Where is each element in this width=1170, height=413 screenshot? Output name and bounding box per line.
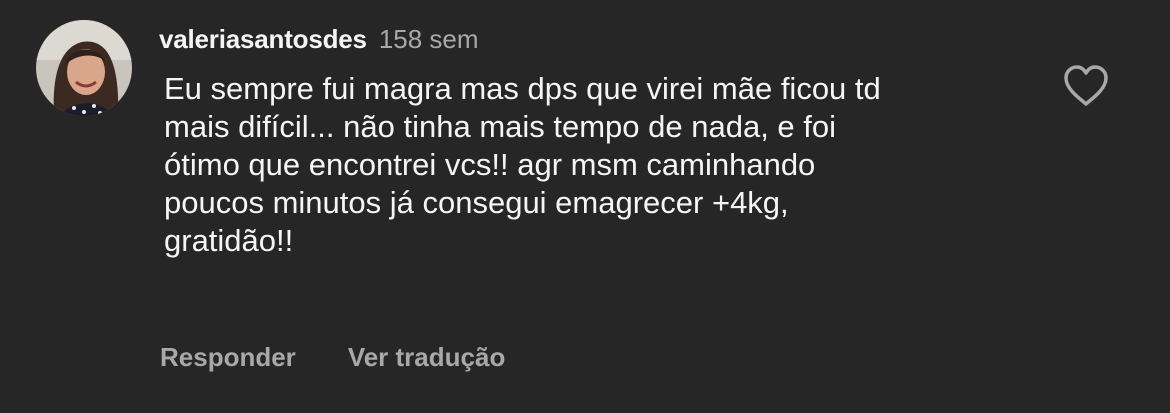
comment-header: valeriasantosdes 158 sem — [159, 24, 479, 55]
comment-text-line: Eu sempre fui magra mas dps que virei mã… — [164, 71, 881, 106]
comment-text-line: poucos minutos já consegui emagrecer +4k… — [164, 185, 789, 220]
comment-text: Eu sempre fui magra mas dps que virei mã… — [164, 70, 1044, 260]
see-translation-button[interactable]: Ver tradução — [348, 342, 506, 373]
like-button[interactable] — [1058, 60, 1114, 112]
comment-text-line: ótimo que encontrei vcs!! agr msm caminh… — [164, 147, 816, 182]
comment-item: valeriasantosdes 158 sem Eu sempre fui m… — [0, 0, 1170, 413]
username[interactable]: valeriasantosdes — [159, 24, 367, 55]
comment-text-line: mais difícil... não tinha mais tempo de … — [164, 109, 837, 144]
reply-button[interactable]: Responder — [160, 342, 296, 373]
avatar[interactable] — [36, 20, 132, 116]
timestamp: 158 sem — [378, 24, 479, 54]
avatar-image — [36, 20, 132, 116]
heart-outline-icon — [1064, 65, 1108, 106]
comment-actions: Responder Ver tradução — [160, 342, 505, 373]
comment-text-line: gratidão!! — [164, 223, 294, 258]
